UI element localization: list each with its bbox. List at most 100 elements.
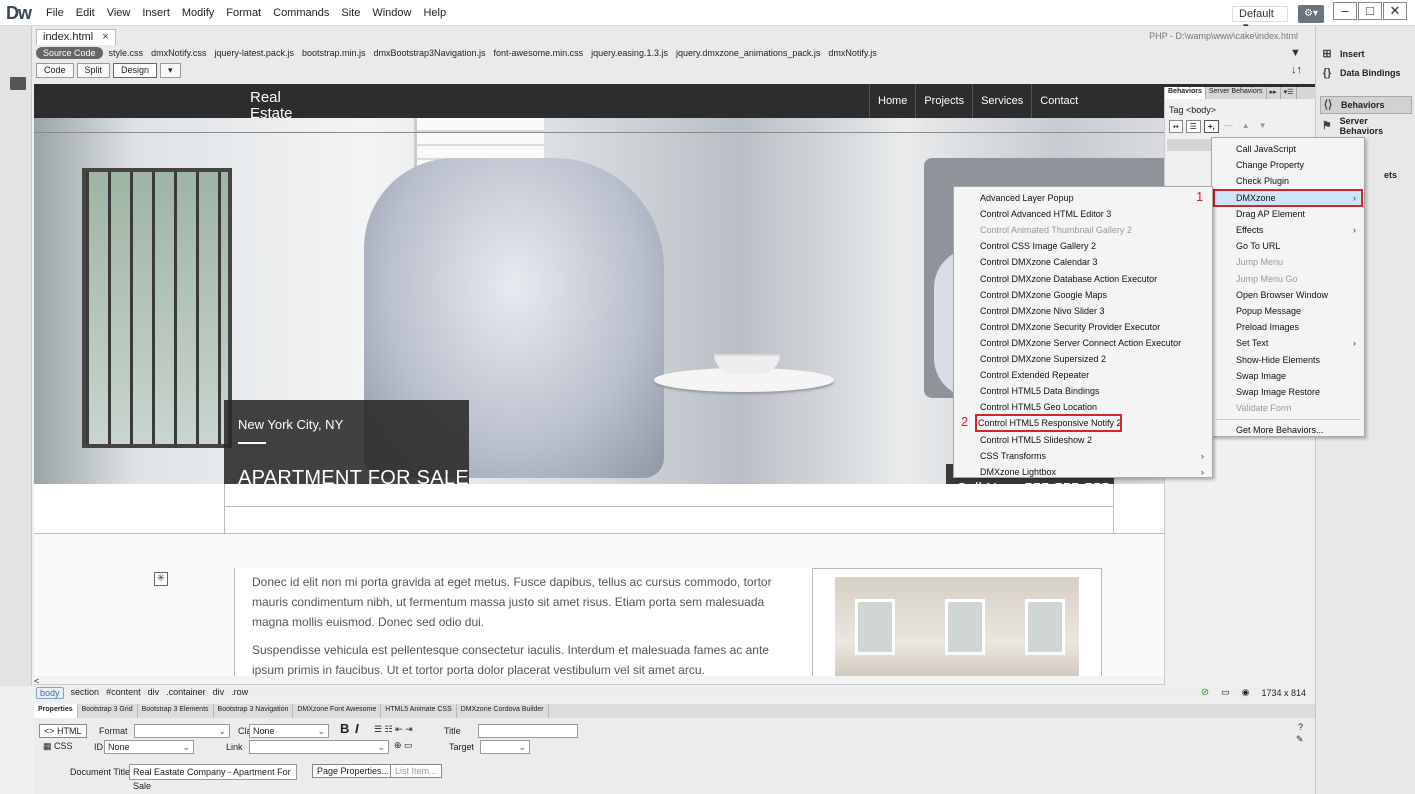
menu-item[interactable]: Effects › (1214, 222, 1362, 238)
menu-item[interactable]: DMXzone Lightbox › (956, 464, 1210, 480)
menu-item[interactable]: Control DMXzone Database Action Executor (956, 271, 1210, 287)
tab-server-behaviors[interactable]: Server Behaviors (1206, 87, 1267, 99)
related-file[interactable]: dmxNotify.js (828, 48, 876, 58)
menu-item[interactable]: Go To URL (1214, 238, 1362, 254)
class-select[interactable]: None ⌄ (249, 724, 329, 738)
italic-button[interactable]: I (355, 721, 359, 736)
menu-edit[interactable]: Edit (70, 7, 101, 19)
menu-item[interactable]: Check Plugin (1214, 173, 1362, 189)
site-nav-projects[interactable]: Projects (915, 84, 972, 118)
related-file[interactable]: jquery-latest.pack.js (214, 48, 294, 58)
document-tab[interactable]: index.html × (36, 29, 116, 45)
menu-modify[interactable]: Modify (176, 7, 220, 19)
paragraph[interactable]: Donec id elit non mi porta gravida at eg… (252, 572, 795, 632)
menu-format[interactable]: Format (220, 7, 267, 19)
menu-item[interactable]: Control HTML5 Data Bindings (956, 383, 1210, 399)
property-tab[interactable]: DMXzone Font Awesome (293, 704, 382, 718)
site-nav-contact[interactable]: Contact (1031, 84, 1086, 118)
point-to-file-icon[interactable]: ⊕ ▭ (394, 740, 413, 751)
menu-item[interactable]: Call JavaScript (1214, 141, 1362, 157)
property-tab[interactable]: Bootstrap 3 Elements (138, 704, 214, 718)
menu-item[interactable]: Control CSS Image Gallery 2 (956, 238, 1210, 254)
close-button[interactable]: ✕ (1383, 2, 1407, 20)
property-tab[interactable]: DMXzone Cordova Builder (457, 704, 549, 718)
html-mode-button[interactable]: <> HTML (39, 724, 87, 738)
menu-item[interactable]: Show-Hide Elements (1214, 352, 1362, 368)
menu-insert[interactable]: Insert (136, 7, 176, 19)
property-tab[interactable]: HTML5 Animate CSS (381, 704, 457, 718)
move-up-icon[interactable]: ▲ (1239, 120, 1253, 133)
workspace-switcher[interactable]: Default ▾ (1232, 6, 1288, 33)
show-all-events-button[interactable]: ☰ (1185, 120, 1201, 133)
design-dropdown-button[interactable]: ▾ (160, 63, 181, 78)
menu-help[interactable]: Help (417, 7, 452, 19)
site-nav-home[interactable]: Home (869, 84, 915, 118)
menu-item[interactable]: Popup Message (1214, 303, 1362, 319)
list-item-button[interactable]: List Item... (390, 764, 442, 778)
related-file[interactable]: jquery.dmxzone_animations_pack.js (676, 48, 820, 58)
menu-window[interactable]: Window (366, 7, 417, 19)
server-behaviors-panel-button[interactable]: ⚑ Server Behaviors (1320, 116, 1412, 136)
minimize-button[interactable]: – (1333, 2, 1357, 20)
menu-item[interactable]: Control DMXzone Security Provider Execut… (956, 319, 1210, 335)
related-file[interactable]: dmxBootstrap3Navigation.js (373, 48, 485, 58)
menu-item[interactable]: Set Text › (1214, 335, 1362, 351)
tab-behaviors[interactable]: Behaviors (1165, 87, 1206, 99)
property-tab[interactable]: Bootstrap 3 Grid (78, 704, 138, 718)
menu-site[interactable]: Site (335, 7, 366, 19)
related-file[interactable]: dmxNotify.css (151, 48, 206, 58)
behaviors-list[interactable] (1167, 139, 1211, 151)
menu-item[interactable]: DMXzone › (1213, 188, 1363, 207)
data-bindings-panel-button[interactable]: {} Data Bindings (1320, 64, 1412, 82)
menu-item[interactable]: Preload Images (1214, 319, 1362, 335)
menu-item[interactable]: Control DMXzone Nivo Slider 3 (956, 303, 1210, 319)
move-down-icon[interactable]: ▼ (1256, 120, 1270, 133)
menu-item[interactable]: Get More Behaviors... (1214, 422, 1362, 438)
related-file[interactable]: style.css (109, 48, 144, 58)
menu-commands[interactable]: Commands (267, 7, 335, 19)
source-code-button[interactable]: Source Code (36, 47, 103, 59)
files-panel-icon[interactable] (10, 77, 26, 90)
panel-label-partial[interactable]: ets (1384, 166, 1408, 184)
menu-item[interactable]: CSS Transforms › (956, 448, 1210, 464)
menu-item[interactable]: Change Property (1214, 157, 1362, 173)
remove-behavior-button[interactable]: — (1222, 120, 1236, 133)
menu-item[interactable]: Control DMXzone Calendar 3 (956, 254, 1210, 270)
tag-selector-item[interactable]: div (148, 687, 160, 699)
tag-selector-item[interactable]: .row (231, 687, 248, 699)
no-errors-icon[interactable]: ⊘ (1201, 687, 1209, 698)
device-preview-icon[interactable]: ▭ (1221, 687, 1230, 698)
target-select[interactable]: ⌄ (480, 740, 530, 754)
menu-item[interactable]: Drag AP Element (1214, 206, 1362, 222)
menu-item[interactable]: Control HTML5 Slideshow 2 (956, 432, 1210, 448)
menu-item[interactable]: Control Advanced HTML Editor 3 (956, 206, 1210, 222)
menu-item[interactable]: Open Browser Window (1214, 287, 1362, 303)
text-column[interactable]: Donec id elit non mi porta gravida at eg… (234, 568, 812, 676)
code-view-button[interactable]: Code (36, 63, 74, 78)
menu-item[interactable]: Control DMXzone Supersized 2 (956, 351, 1210, 367)
menu-item[interactable]: Swap Image (1214, 368, 1362, 384)
split-view-button[interactable]: Split (76, 63, 111, 78)
menu-item[interactable]: Advanced Layer Popup (956, 190, 1210, 206)
window-size-icon[interactable]: ◉ (1242, 687, 1250, 698)
maximize-button[interactable]: □ (1358, 2, 1382, 20)
panel-menu-icon[interactable]: ▾☰ (1281, 87, 1298, 99)
related-file[interactable]: jquery.easing.1.3.js (591, 48, 668, 58)
room-thumbnail[interactable] (812, 568, 1102, 676)
menu-view[interactable]: View (101, 7, 137, 19)
tag-selector-item[interactable]: .container (166, 687, 206, 699)
site-nav-services[interactable]: Services (972, 84, 1031, 118)
bold-button[interactable]: B (340, 721, 349, 736)
link-input[interactable]: ⌄ (249, 740, 389, 754)
tag-selector-item[interactable]: #content (106, 687, 141, 699)
anchor-icon[interactable]: ✳ (154, 572, 168, 586)
menu-file[interactable]: File (40, 7, 70, 19)
menu-item[interactable]: Control HTML5 Geo Location (956, 399, 1210, 415)
gear-icon[interactable]: ⚙▾ (1298, 5, 1324, 23)
title-input[interactable] (478, 724, 578, 738)
window-size[interactable]: 1734 x 814 (1261, 688, 1306, 698)
panel-expand-icon[interactable]: ▸▸ (1267, 87, 1281, 99)
filter-icon[interactable]: ▼ (1290, 47, 1301, 59)
menu-item[interactable]: Control DMXzone Google Maps (956, 287, 1210, 303)
add-behavior-button[interactable]: +, (1203, 120, 1219, 133)
